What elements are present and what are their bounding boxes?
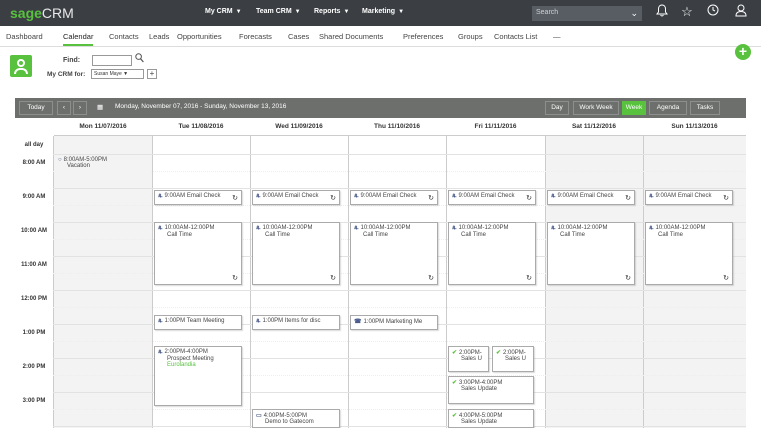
tab-shared-documents[interactable]: Shared Documents — [319, 32, 383, 41]
tab-preferences[interactable]: Preferences — [403, 32, 443, 41]
appointment[interactable]: ▭ 4:00PM-5:00PM Demo to Gatecom — [252, 409, 340, 428]
recurring-icon: ↻ — [723, 195, 729, 202]
view-work-week[interactable]: Work Week — [573, 101, 619, 115]
view-tasks[interactable]: Tasks — [690, 101, 720, 115]
view-day[interactable]: Day — [545, 101, 569, 115]
day-header[interactable]: Mon 11/07/2016 — [54, 118, 152, 136]
sage-crm-logo[interactable]: sageCRM — [10, 5, 74, 21]
time-label: 3:00 PM — [22, 398, 46, 404]
secondary-nav: Dashboard Calendar Contacts Leads Opport… — [0, 27, 761, 47]
find-input[interactable] — [92, 55, 132, 66]
tab-dashboard[interactable]: Dashboard — [6, 32, 43, 41]
time-label: 1:00 PM — [22, 330, 46, 336]
appointment[interactable]: ዹ 10:00AM-12:00PM Call Time ↻ — [154, 222, 242, 285]
appointment[interactable]: ✔ 4:00PM-5:00PM Sales Update — [448, 409, 534, 428]
day-header[interactable]: Sat 11/12/2016 — [545, 118, 643, 136]
appointment[interactable]: ዹ 10:00AM-12:00PM Call Time ↻ — [645, 222, 733, 285]
appointment[interactable]: ዹ 10:00AM-12:00PM Call Time ↻ — [350, 222, 438, 285]
search-input[interactable]: Search ⌄ — [532, 6, 642, 21]
add-button[interactable]: + — [735, 44, 751, 60]
time-label: 9:00 AM — [22, 194, 46, 200]
appointment[interactable]: ዹ 9:00AM Email Check ↻ — [154, 190, 242, 205]
appointment[interactable]: ዹ 1:00PM Items for disc — [252, 315, 340, 330]
appointment[interactable]: ዹ 2:00PM-4:00PM Prospect Meeting Euroland… — [154, 346, 242, 406]
time-label: 8:00 AM — [22, 160, 46, 166]
bell-icon[interactable] — [654, 4, 670, 20]
nav-reports[interactable]: Reports ▼ — [314, 8, 349, 15]
recurring-icon: ↻ — [526, 195, 532, 202]
view-week[interactable]: Week — [622, 101, 646, 115]
recurring-icon: ↻ — [428, 195, 434, 202]
today-button[interactable]: Today — [19, 101, 53, 115]
chevron-down-icon[interactable]: ⌄ — [630, 8, 638, 19]
nav-marketing[interactable]: Marketing ▼ — [362, 8, 404, 15]
recurring-icon: ↻ — [723, 275, 729, 282]
next-week-button[interactable]: › — [73, 101, 87, 115]
appointment[interactable]: ዹ 10:00AM-12:00PM Call Time ↻ — [547, 222, 635, 285]
monday-shaded-column — [54, 136, 152, 428]
user-select[interactable]: Susan Maye ▼ — [91, 69, 144, 79]
appointment[interactable]: ዹ 9:00AM Email Check ↻ — [645, 190, 733, 205]
appointment[interactable]: ✔ 2:00PM- Sales U — [448, 346, 489, 372]
appointment[interactable]: ✔ 3:00PM-4:00PM Sales Update — [448, 376, 534, 404]
user-avatar-icon — [10, 55, 32, 77]
day-header[interactable]: Tue 11/08/2016 — [152, 118, 250, 136]
clock-icon[interactable] — [705, 4, 721, 20]
appointment[interactable]: ○ 8:00AM-5:00PM Vacation — [55, 155, 151, 177]
day-header[interactable]: Sun 11/13/2016 — [643, 118, 746, 136]
time-label: 12:00 PM — [20, 296, 47, 302]
calendar-grid: Mon 11/07/2016 Tue 11/08/2016 Wed 11/09/… — [15, 118, 746, 428]
more-icon[interactable]: — — [553, 32, 561, 41]
calendar-icon[interactable]: ▦ — [97, 103, 103, 111]
appointment[interactable]: ዹ 9:00AM Email Check ↻ — [448, 190, 536, 205]
time-label: 2:00 PM — [22, 364, 46, 370]
day-header[interactable]: Thu 11/10/2016 — [348, 118, 446, 136]
day-header[interactable]: Wed 11/09/2016 — [250, 118, 348, 136]
recurring-icon: ↻ — [625, 195, 631, 202]
recurring-icon: ↻ — [232, 195, 238, 202]
nav-team-crm[interactable]: Team CRM ▼ — [256, 8, 301, 15]
tab-forecasts[interactable]: Forecasts — [239, 32, 272, 41]
recurring-icon: ↻ — [526, 275, 532, 282]
recurring-icon: ↻ — [625, 275, 631, 282]
find-label: Find: — [63, 57, 81, 64]
view-agenda[interactable]: Agenda — [649, 101, 687, 115]
recurring-icon: ↻ — [330, 195, 336, 202]
tab-leads[interactable]: Leads — [149, 32, 169, 41]
nav-my-crm[interactable]: My CRM ▼ — [205, 8, 242, 15]
recurring-icon: ↻ — [232, 275, 238, 282]
user-icon[interactable] — [733, 4, 749, 20]
prev-week-button[interactable]: ‹ — [57, 101, 71, 115]
tab-contacts-list[interactable]: Contacts List — [494, 32, 537, 41]
day-header[interactable]: Fri 11/11/2016 — [446, 118, 545, 136]
add-user-icon[interactable]: + — [147, 69, 157, 79]
appointment[interactable]: ✔ 2:00PM- Sales U — [492, 346, 534, 372]
recurring-icon: ↻ — [330, 275, 336, 282]
my-crm-for-label: My CRM for: — [47, 71, 86, 78]
recurring-icon: ↻ — [428, 275, 434, 282]
appointment[interactable]: ዹ 1:00PM Team Meeting — [154, 315, 242, 330]
star-icon[interactable]: ☆ — [679, 4, 695, 20]
appointment[interactable]: ☎ 1:00PM Marketing Me — [350, 315, 438, 330]
search-icon[interactable] — [135, 53, 144, 66]
tab-groups[interactable]: Groups — [458, 32, 483, 41]
appointment[interactable]: ዹ 9:00AM Email Check ↻ — [252, 190, 340, 205]
all-day-label: all day — [24, 142, 44, 148]
appointment[interactable]: ዹ 9:00AM Email Check ↻ — [547, 190, 635, 205]
tab-cases[interactable]: Cases — [288, 32, 309, 41]
tab-contacts[interactable]: Contacts — [109, 32, 139, 41]
appointment[interactable]: ዹ 10:00AM-12:00PM Call Time ↻ — [252, 222, 340, 285]
time-label: 11:00 AM — [21, 262, 47, 268]
time-label: 10:00 AM — [20, 228, 48, 234]
tab-calendar[interactable]: Calendar — [63, 32, 94, 46]
tab-opportunities[interactable]: Opportunities — [177, 32, 222, 41]
date-range: Monday, November 07, 2016 - Sunday, Nove… — [115, 103, 287, 110]
top-bar: sageCRM My CRM ▼ Team CRM ▼ Reports ▼ Marke… — [0, 0, 761, 26]
appointment[interactable]: ዹ 10:00AM-12:00PM Call Time ↻ — [448, 222, 536, 285]
appointment[interactable]: ዹ 9:00AM Email Check ↻ — [350, 190, 438, 205]
calendar-toolbar: Today ‹ › ▦ Monday, November 07, 2016 - … — [15, 98, 746, 118]
